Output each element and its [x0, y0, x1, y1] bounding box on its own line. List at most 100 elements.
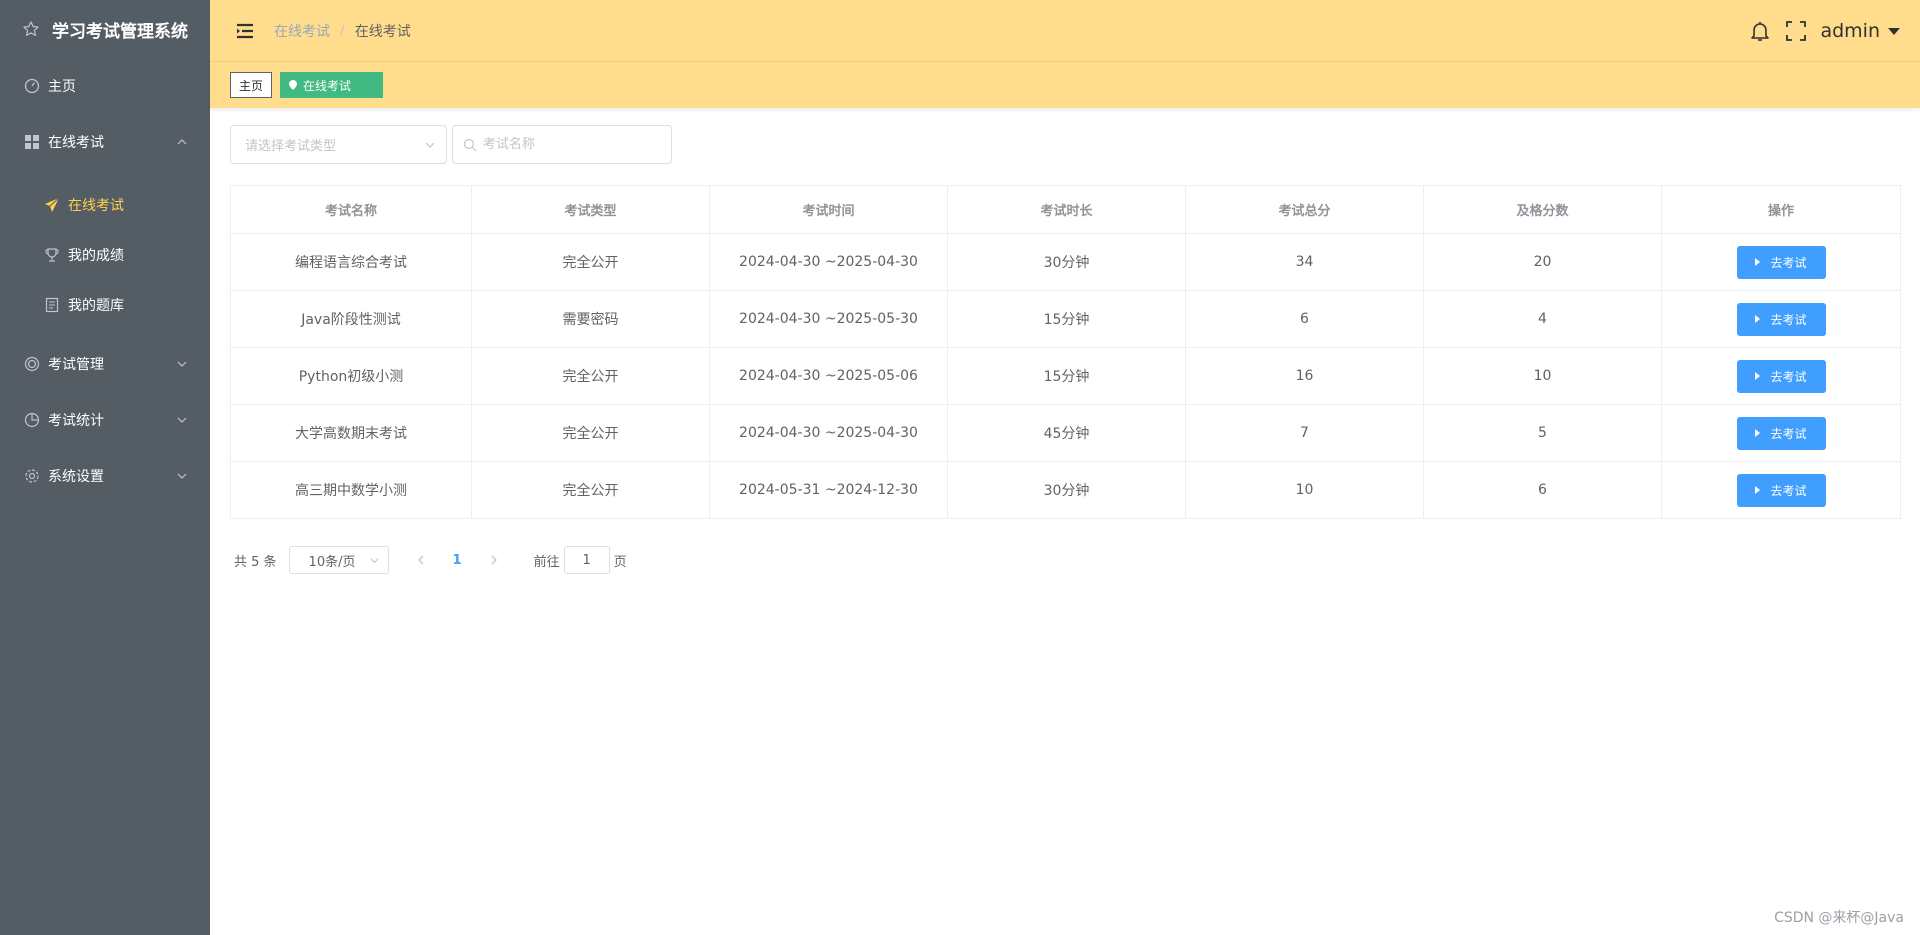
table-cell: 15分钟 — [947, 347, 1186, 405]
sidebar-item-exam-statistics[interactable]: 考试统计 — [0, 392, 210, 448]
sidebar-item-label: 考试管理 — [48, 357, 104, 373]
chevron-down-icon — [425, 142, 435, 148]
tag-home[interactable]: 主页 — [230, 72, 273, 98]
goto-suffix: 页 — [613, 554, 627, 570]
sidebar-item-home[interactable]: 主页 — [0, 58, 210, 114]
column-header: 考试名称 — [230, 185, 472, 234]
fullscreen-icon[interactable] — [1784, 19, 1808, 43]
user-dropdown[interactable]: admin — [1820, 20, 1900, 42]
table-cell: 完全公开 — [471, 461, 710, 519]
exam-type-select[interactable]: 请选择考试类型 — [230, 125, 447, 164]
go-exam-button[interactable]: 去考试 — [1736, 302, 1826, 336]
sidebar: 学习考试管理系统 主页 在线考试 在线考试 我的成绩 我的题库 考试管理 考试统… — [0, 0, 210, 935]
table-cell: 16 — [1185, 347, 1424, 405]
paper-plane-icon — [44, 197, 60, 213]
sidebar-subitem-online-exam[interactable]: 在线考试 — [0, 180, 210, 230]
breadcrumb-item[interactable]: 在线考试 — [274, 21, 330, 41]
breadcrumb-separator: / — [340, 22, 345, 39]
star-icon — [23, 21, 39, 36]
table-cell-action: 去考试 — [1661, 404, 1901, 462]
table-cell: 10 — [1185, 461, 1424, 519]
page-size-value: 10条/页 — [308, 554, 356, 570]
go-exam-button[interactable]: 去考试 — [1736, 473, 1826, 507]
goto-page-input[interactable] — [563, 546, 610, 574]
table-cell: 6 — [1185, 290, 1424, 348]
table-cell: 30分钟 — [947, 233, 1186, 291]
table-row: 大学高数期末考试 完全公开 2024-04-30 ~2025-04-30 45分钟 7 5… — [230, 404, 1901, 462]
go-exam-button[interactable]: 去考试 — [1736, 416, 1826, 450]
pie-chart-icon — [24, 412, 40, 428]
submenu-online-exam: 在线考试 我的成绩 我的题库 — [0, 170, 210, 336]
top-header: 在线考试 / 在线考试 admin — [210, 0, 1920, 62]
chevron-down-icon — [369, 558, 379, 564]
chevron-left-icon[interactable] — [415, 554, 427, 566]
table-cell-action: 去考试 — [1661, 233, 1901, 291]
sidebar-subitem-my-question-bank[interactable]: 我的题库 — [0, 280, 210, 330]
search-icon — [463, 138, 477, 151]
location-pin-icon — [289, 80, 298, 90]
go-exam-label: 去考试 — [1770, 369, 1807, 384]
caret-right-icon — [1755, 429, 1761, 437]
chevron-right-icon[interactable] — [488, 554, 500, 566]
table-cell: 30分钟 — [947, 461, 1186, 519]
trophy-icon — [44, 247, 60, 263]
table-row: 编程语言综合考试 完全公开 2024-04-30 ~2025-04-30 30分钟 34… — [230, 233, 1901, 291]
tag-online-exam[interactable]: 在线考试 — [280, 72, 384, 98]
sidebar-item-system-settings[interactable]: 系统设置 — [0, 448, 210, 504]
hamburger-menu-icon[interactable] — [234, 20, 256, 42]
pagination: 共 5 条 10条/页 1 前往 页 — [234, 546, 627, 574]
table-cell: 15分钟 — [947, 290, 1186, 348]
chevron-down-icon — [177, 417, 187, 423]
bell-icon[interactable] — [1748, 19, 1772, 43]
go-exam-button[interactable]: 去考试 — [1736, 245, 1826, 279]
page-jumper: 前往 页 — [534, 546, 627, 574]
go-exam-label: 去考试 — [1770, 312, 1807, 327]
column-header: 操作 — [1661, 185, 1901, 234]
table-cell: 完全公开 — [471, 347, 710, 405]
chevron-up-icon — [177, 139, 187, 145]
app-title: 学习考试管理系统 — [52, 21, 188, 42]
column-header: 考试时长 — [947, 185, 1186, 234]
go-exam-label: 去考试 — [1770, 255, 1807, 270]
exam-name-search — [452, 125, 672, 164]
gear-icon — [24, 468, 40, 484]
go-exam-label: 去考试 — [1770, 483, 1807, 498]
column-header: 考试类型 — [471, 185, 710, 234]
exam-table: 考试名称 考试类型 考试时间 考试时长 考试总分 及格分数 操作 编程语言综合考试 完全公开 2… — [230, 185, 1901, 519]
caret-right-icon — [1755, 315, 1761, 323]
sidebar-subitem-my-scores[interactable]: 我的成绩 — [0, 230, 210, 280]
column-header: 考试总分 — [1185, 185, 1424, 234]
sidebar-item-label: 在线考试 — [48, 135, 104, 151]
table-cell: 2024-04-30 ~2025-04-30 — [709, 233, 948, 291]
table-cell: 2024-04-30 ~2025-05-30 — [709, 290, 948, 348]
dashboard-icon — [24, 78, 40, 94]
table-row: 高三期中数学小测 完全公开 2024-05-31 ~2024-12-30 30分钟 10… — [230, 461, 1901, 519]
table-cell: 2024-04-30 ~2025-05-06 — [709, 347, 948, 405]
table-cell: 34 — [1185, 233, 1424, 291]
go-exam-button[interactable]: 去考试 — [1736, 359, 1826, 393]
column-header: 及格分数 — [1423, 185, 1662, 234]
page-size-select[interactable]: 10条/页 — [288, 546, 389, 574]
sidebar-subitem-label: 在线考试 — [68, 198, 124, 214]
exam-name-input[interactable] — [483, 137, 653, 152]
sidebar-item-exam-management[interactable]: 考试管理 — [0, 336, 210, 392]
table-cell: 完全公开 — [471, 404, 710, 462]
tags-view: 主页 在线考试 — [210, 62, 1920, 108]
pagination-total: 共 5 条 — [234, 554, 277, 570]
table-cell-action: 去考试 — [1661, 290, 1901, 348]
breadcrumb-current: 在线考试 — [354, 23, 411, 40]
target-icon — [24, 356, 40, 372]
tag-label: 在线考试 — [303, 78, 352, 93]
select-placeholder: 请选择考试类型 — [245, 139, 337, 154]
sidebar-item-online-exam[interactable]: 在线考试 — [0, 114, 210, 170]
table-cell: 大学高数期末考试 — [230, 404, 472, 462]
table-cell: 45分钟 — [947, 404, 1186, 462]
table-header-row: 考试名称 考试类型 考试时间 考试时长 考试总分 及格分数 操作 — [230, 185, 1901, 234]
table-cell: Python初级小测 — [230, 347, 472, 405]
page-number[interactable]: 1 — [453, 553, 462, 568]
table-cell: Java阶段性测试 — [230, 290, 472, 348]
filter-bar: 请选择考试类型 — [230, 125, 672, 164]
table-cell: 高三期中数学小测 — [230, 461, 472, 519]
sidebar-subitem-label: 我的成绩 — [68, 248, 124, 264]
table-cell: 6 — [1423, 461, 1662, 519]
